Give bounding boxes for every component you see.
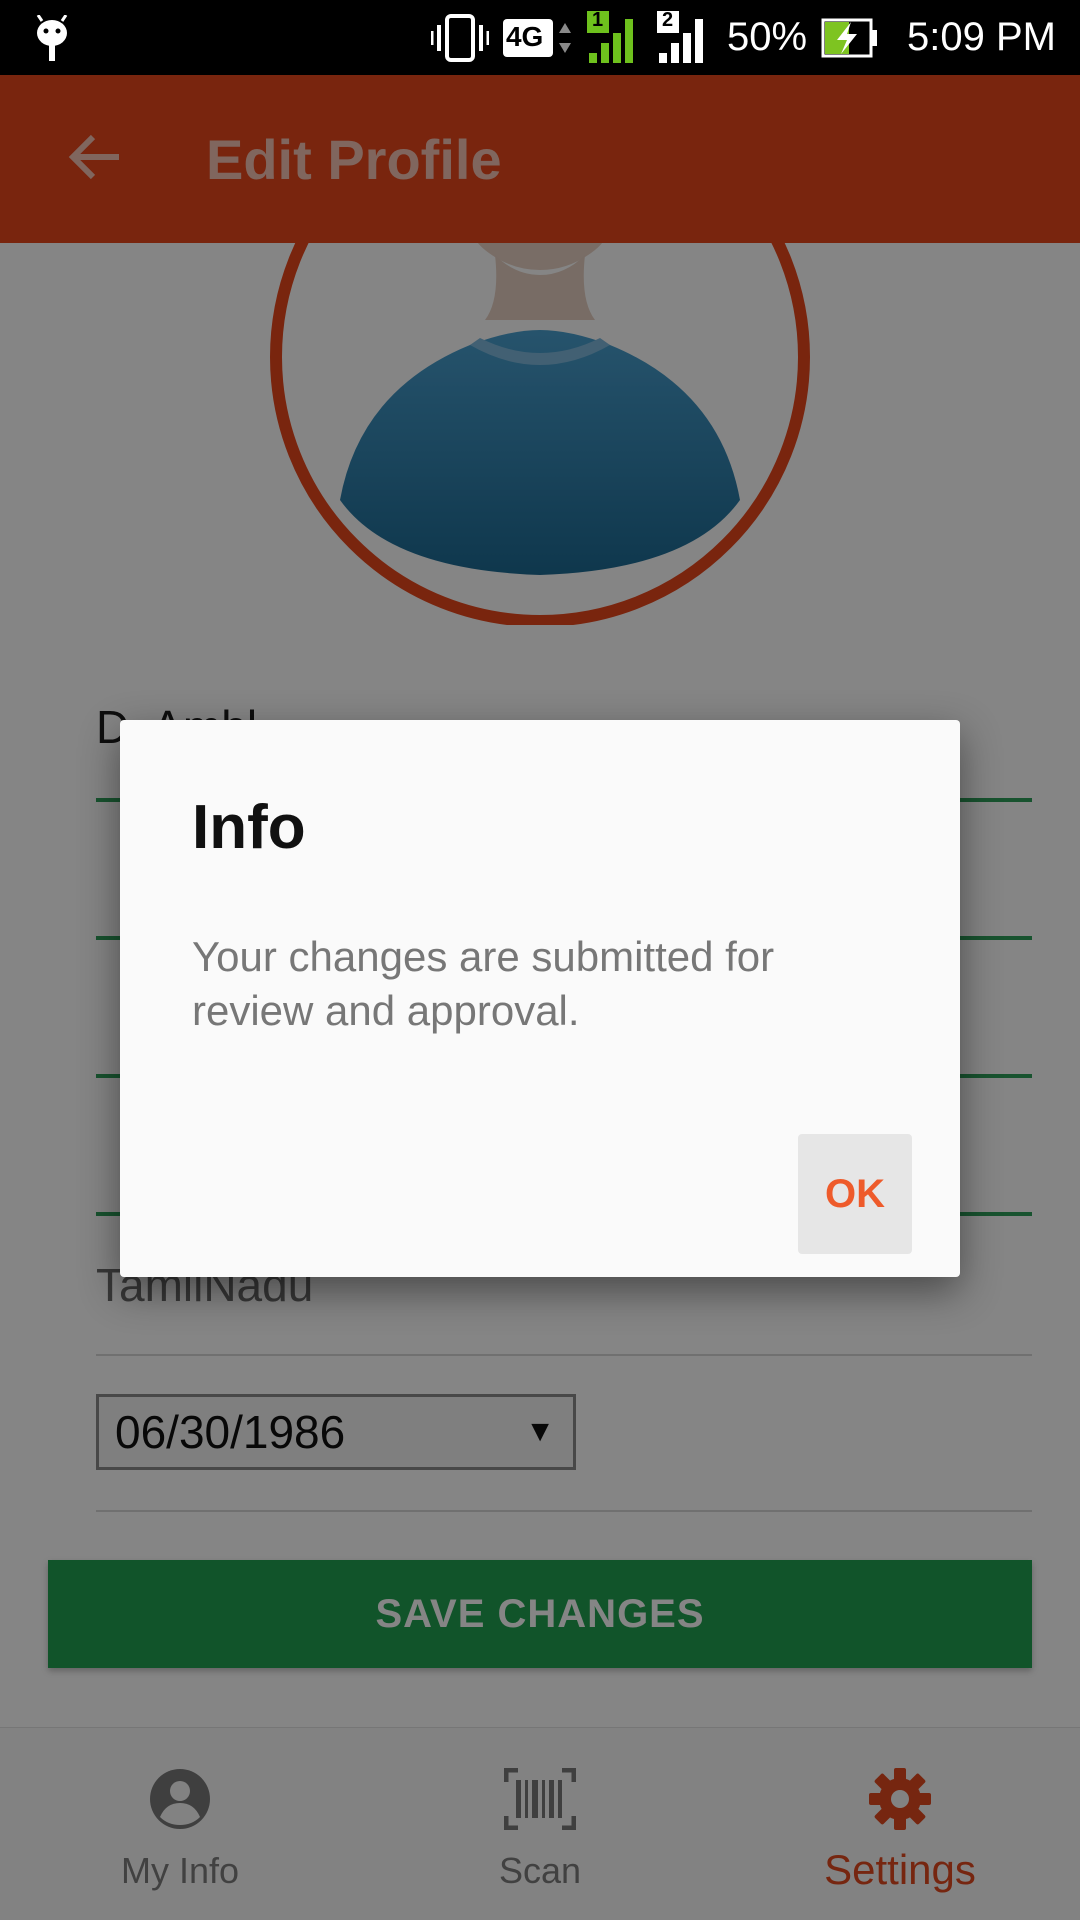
status-bar: 4G 1 2 50% 5:09 PM <box>0 0 1080 75</box>
battery-percent: 50% <box>726 15 808 59</box>
info-dialog: Info Your changes are submitted for revi… <box>120 720 960 1277</box>
dialog-message: Your changes are submitted for review an… <box>192 933 775 1034</box>
lte-icon: 4G <box>502 13 573 63</box>
signal-sim1-icon: 1 <box>586 8 643 65</box>
battery-charging-icon <box>821 18 879 58</box>
signal-sim2-icon: 2 <box>656 8 713 65</box>
screen: 4G 1 2 50% 5:09 PM D. TamilNadu 06/30/19… <box>0 0 1080 1920</box>
dialog-title: Info <box>192 793 306 862</box>
sim1-label: 1 <box>591 8 604 31</box>
ok-button[interactable]: OK <box>798 1134 912 1254</box>
android-debug-icon <box>34 14 70 61</box>
network-type-label: 4G <box>505 20 544 52</box>
clock: 5:09 PM <box>907 15 1056 59</box>
vibrate-icon <box>430 13 489 63</box>
sim2-label: 2 <box>661 8 674 31</box>
